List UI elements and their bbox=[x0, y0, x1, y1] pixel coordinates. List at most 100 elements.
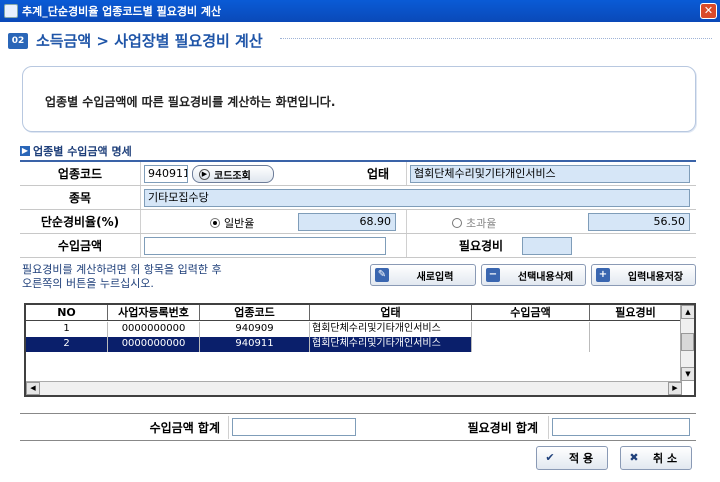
divider bbox=[140, 186, 141, 209]
arrow-right-icon: ▶ bbox=[20, 146, 30, 156]
scroll-thumb[interactable] bbox=[681, 333, 694, 351]
cell-code: 940909 bbox=[200, 322, 310, 337]
expense-field bbox=[522, 237, 572, 255]
cell-reg-number: 0000000000 bbox=[108, 322, 200, 337]
delete-selected-label: 선택내용삭제 bbox=[517, 271, 574, 283]
cancel-button[interactable]: ✖ 취 소 bbox=[620, 446, 692, 470]
app-icon bbox=[4, 4, 18, 18]
close-icon: ✖ bbox=[629, 451, 639, 464]
income-table[interactable]: NO 사업자등록번호 업종코드 업태 수입금액 필요경비 1 000000000… bbox=[24, 303, 696, 397]
edit-icon: ✎ bbox=[375, 268, 389, 282]
rate-label: 단순경비율(%) bbox=[20, 210, 140, 233]
cell-biz: 협회단체수리및기타개인서비스 bbox=[310, 322, 472, 337]
subheading-title: 업종별 수입금액 명세 bbox=[33, 145, 132, 158]
excess-rate-label: 초과율 bbox=[466, 217, 497, 230]
general-rate-label: 일반율 bbox=[224, 217, 255, 230]
excess-rate-radio[interactable]: 초과율 bbox=[452, 215, 496, 231]
expense-label: 필요경비 bbox=[438, 234, 524, 257]
vertical-scrollbar[interactable]: ▲ ▼ bbox=[680, 305, 694, 381]
general-rate-field: 68.90 bbox=[298, 213, 396, 231]
section-title: 소득금액 > 사업장별 필요경비 계산 bbox=[36, 32, 263, 50]
save-entry-label: 입력내용저장 bbox=[627, 271, 684, 283]
totals-bar: 수입금액 합계 필요경비 합계 bbox=[20, 413, 696, 441]
form-row-code: 업종코드 940911 ▶ 코드조회 업태 협회단체수리및기타개인서비스 bbox=[20, 162, 696, 186]
scroll-left-icon[interactable]: ◀ bbox=[26, 382, 40, 395]
table-header: NO 사업자등록번호 업종코드 업태 수입금액 필요경비 bbox=[26, 305, 682, 321]
divider bbox=[406, 210, 407, 233]
biz-label: 업태 bbox=[348, 162, 408, 185]
close-window-button[interactable]: ✕ bbox=[700, 3, 717, 19]
radio-checked-icon bbox=[210, 218, 220, 228]
form-row-item: 종목 기타모집수당 bbox=[20, 186, 696, 210]
cell-reg-number: 0000000000 bbox=[108, 337, 200, 352]
horizontal-scrollbar[interactable]: ◀ ▶ bbox=[26, 381, 682, 395]
divider bbox=[406, 162, 407, 185]
column-header-code[interactable]: 업종코드 bbox=[200, 305, 310, 320]
income-total-label: 수입금액 합계 bbox=[20, 416, 228, 439]
income-form: 업종코드 940911 ▶ 코드조회 업태 협회단체수리및기타개인서비스 종목 … bbox=[20, 160, 696, 258]
scroll-right-icon[interactable]: ▶ bbox=[668, 382, 682, 395]
new-entry-button[interactable]: ✎ 새로입력 bbox=[370, 264, 476, 286]
cancel-label: 취 소 bbox=[653, 452, 678, 465]
plus-icon: + bbox=[596, 268, 610, 282]
divider bbox=[140, 234, 141, 257]
info-text: 업종별 수입금액에 따른 필요경비를 계산하는 화면입니다. bbox=[45, 95, 336, 109]
form-row-income: 수입금액 필요경비 bbox=[20, 234, 696, 258]
cell-no: 2 bbox=[26, 337, 108, 352]
section-number: 02 bbox=[8, 32, 28, 49]
scroll-up-icon[interactable]: ▲ bbox=[681, 305, 694, 319]
check-icon: ✔ bbox=[545, 451, 555, 464]
subheading: ▶ 업종별 수입금액 명세 bbox=[20, 143, 132, 159]
cell-income bbox=[472, 337, 590, 352]
column-header-reg-number[interactable]: 사업자등록번호 bbox=[108, 305, 200, 320]
code-input[interactable]: 940911 bbox=[144, 165, 188, 183]
divider bbox=[140, 162, 141, 185]
apply-button[interactable]: ✔ 적 용 bbox=[536, 446, 608, 470]
column-header-biz[interactable]: 업태 bbox=[310, 305, 472, 320]
column-header-no[interactable]: NO bbox=[26, 305, 108, 320]
new-entry-label: 새로입력 bbox=[416, 271, 454, 283]
cell-expense bbox=[590, 337, 682, 352]
item-field: 기타모집수당 bbox=[144, 189, 690, 207]
table-row-selected[interactable]: 2 0000000000 940911 협회단체수리및기타개인서비스 bbox=[26, 337, 682, 352]
code-label: 업종코드 bbox=[20, 162, 140, 185]
general-rate-radio[interactable]: 일반율 bbox=[210, 215, 254, 231]
form-row-rate: 단순경비율(%) 일반율 68.90 초과율 56.50 bbox=[20, 210, 696, 234]
biz-field: 협회단체수리및기타개인서비스 bbox=[410, 165, 690, 183]
section-header: 02 소득금액 > 사업장별 필요경비 계산 bbox=[8, 30, 263, 51]
info-box: 업종별 수입금액에 따른 필요경비를 계산하는 화면입니다. bbox=[22, 66, 696, 132]
apply-label: 적 용 bbox=[569, 452, 594, 465]
table-row[interactable]: 1 0000000000 940909 협회단체수리및기타개인서비스 bbox=[26, 322, 682, 337]
hint-text: 필요경비를 계산하려면 위 항목을 입력한 후 오른쪽의 버튼을 누르십시오. bbox=[22, 263, 222, 291]
divider bbox=[228, 416, 229, 439]
expense-total-field bbox=[552, 418, 690, 436]
delete-selected-button[interactable]: − 선택내용삭제 bbox=[481, 264, 586, 286]
cell-expense bbox=[590, 322, 682, 337]
play-icon: ▶ bbox=[199, 168, 210, 180]
window-titlebar: 추계_단순경비율 업종코드별 필요경비 계산 ✕ bbox=[0, 0, 720, 22]
window-title: 추계_단순경비율 업종코드별 필요경비 계산 bbox=[22, 5, 222, 18]
column-header-expense[interactable]: 필요경비 bbox=[590, 305, 682, 320]
income-total-field bbox=[232, 418, 356, 436]
minus-icon: − bbox=[486, 268, 500, 282]
cell-no: 1 bbox=[26, 322, 108, 337]
cell-income bbox=[472, 322, 590, 337]
cell-code: 940911 bbox=[200, 337, 310, 352]
save-entry-button[interactable]: + 입력내용저장 bbox=[591, 264, 696, 286]
income-label: 수입금액 bbox=[20, 234, 140, 257]
column-header-income[interactable]: 수입금액 bbox=[472, 305, 590, 320]
hint-line-1: 필요경비를 계산하려면 위 항목을 입력한 후 bbox=[22, 263, 222, 276]
expense-total-label: 필요경비 합계 bbox=[360, 416, 548, 439]
cell-biz: 협회단체수리및기타개인서비스 bbox=[310, 337, 472, 352]
divider bbox=[548, 416, 549, 439]
income-input[interactable] bbox=[144, 237, 386, 255]
excess-rate-field: 56.50 bbox=[588, 213, 690, 231]
item-label: 종목 bbox=[20, 186, 140, 209]
section-divider bbox=[280, 38, 712, 39]
divider bbox=[140, 210, 141, 233]
hint-line-2: 오른쪽의 버튼을 누르십시오. bbox=[22, 277, 154, 290]
scroll-down-icon[interactable]: ▼ bbox=[681, 367, 694, 381]
code-lookup-button[interactable]: ▶ 코드조회 bbox=[192, 165, 274, 183]
code-lookup-label: 코드조회 bbox=[214, 170, 251, 182]
divider bbox=[406, 234, 407, 257]
